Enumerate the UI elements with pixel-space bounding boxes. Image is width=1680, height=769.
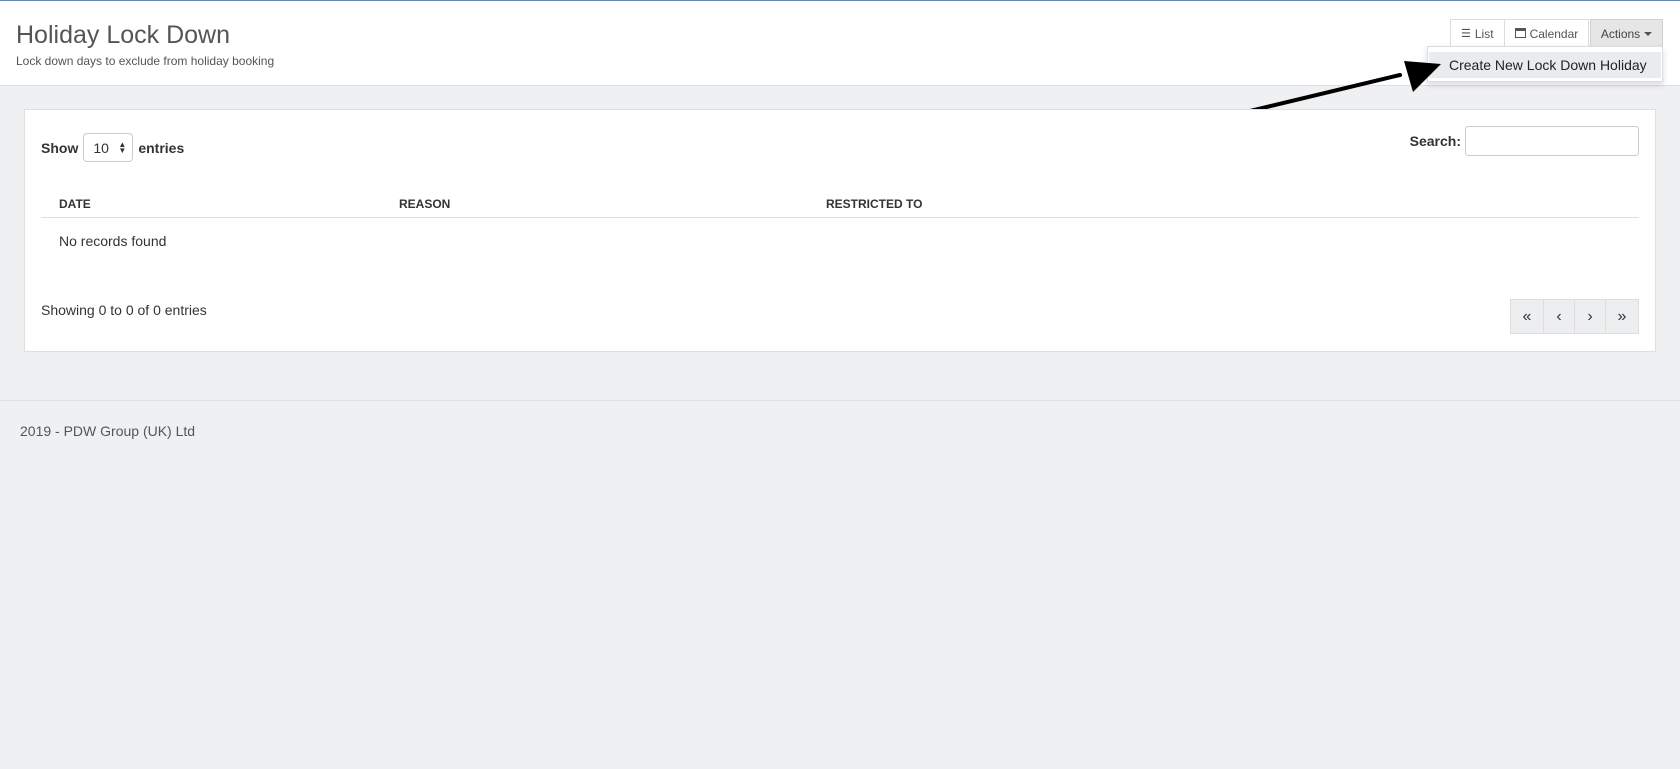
next-page-button[interactable]: › xyxy=(1575,299,1606,334)
page-size-control: Show 10 ▲ ▼ entries xyxy=(41,133,184,162)
calendar-view-button[interactable]: Calendar xyxy=(1504,19,1590,48)
view-toggle-group: ☰ List Calendar xyxy=(1450,19,1590,48)
pagination: « ‹ › » xyxy=(1510,299,1639,334)
lock-down-table-panel: Show 10 ▲ ▼ entries Search: DATE REASON R… xyxy=(24,109,1656,352)
page-title: Holiday Lock Down xyxy=(16,21,230,49)
column-header-reason[interactable]: REASON xyxy=(399,197,450,211)
footer-copyright: 2019 - PDW Group (UK) Ltd xyxy=(20,423,196,439)
actions-label: Actions xyxy=(1600,26,1641,41)
footer-divider xyxy=(0,400,1680,401)
select-arrows-icon: ▲ ▼ xyxy=(118,139,127,155)
caret-down-icon xyxy=(1644,31,1653,36)
list-icon: ☰ xyxy=(1461,28,1471,40)
page-size-select[interactable]: 10 ▲ ▼ xyxy=(83,133,134,162)
search-control: Search: xyxy=(1410,126,1639,156)
search-label: Search: xyxy=(1409,133,1461,149)
entries-label: entries xyxy=(138,139,185,156)
search-input[interactable] xyxy=(1465,126,1639,156)
actions-dropdown-button[interactable]: Actions xyxy=(1590,19,1663,48)
list-view-button[interactable]: ☰ List xyxy=(1450,19,1505,48)
table-info: Showing 0 to 0 of 0 entries xyxy=(41,302,207,318)
page-size-value: 10 xyxy=(93,139,109,156)
calendar-view-label: Calendar xyxy=(1529,26,1579,41)
column-header-date[interactable]: DATE xyxy=(59,197,91,211)
previous-page-button[interactable]: ‹ xyxy=(1544,299,1575,334)
first-page-button[interactable]: « xyxy=(1510,299,1544,334)
list-view-label: List xyxy=(1474,26,1494,41)
last-page-button[interactable]: » xyxy=(1606,299,1639,334)
table-header-row: DATE REASON RESTRICTED TO xyxy=(41,185,1639,218)
show-label: Show xyxy=(41,139,79,156)
empty-table-message: No records found xyxy=(59,233,167,249)
page-subtitle: Lock down days to exclude from holiday b… xyxy=(16,54,275,68)
calendar-icon xyxy=(1514,27,1526,41)
create-lock-down-holiday-menu-item[interactable]: Create New Lock Down Holiday xyxy=(1429,52,1661,78)
actions-dropdown-menu: Create New Lock Down Holiday xyxy=(1427,46,1663,82)
column-header-restricted-to[interactable]: RESTRICTED TO xyxy=(826,197,922,211)
